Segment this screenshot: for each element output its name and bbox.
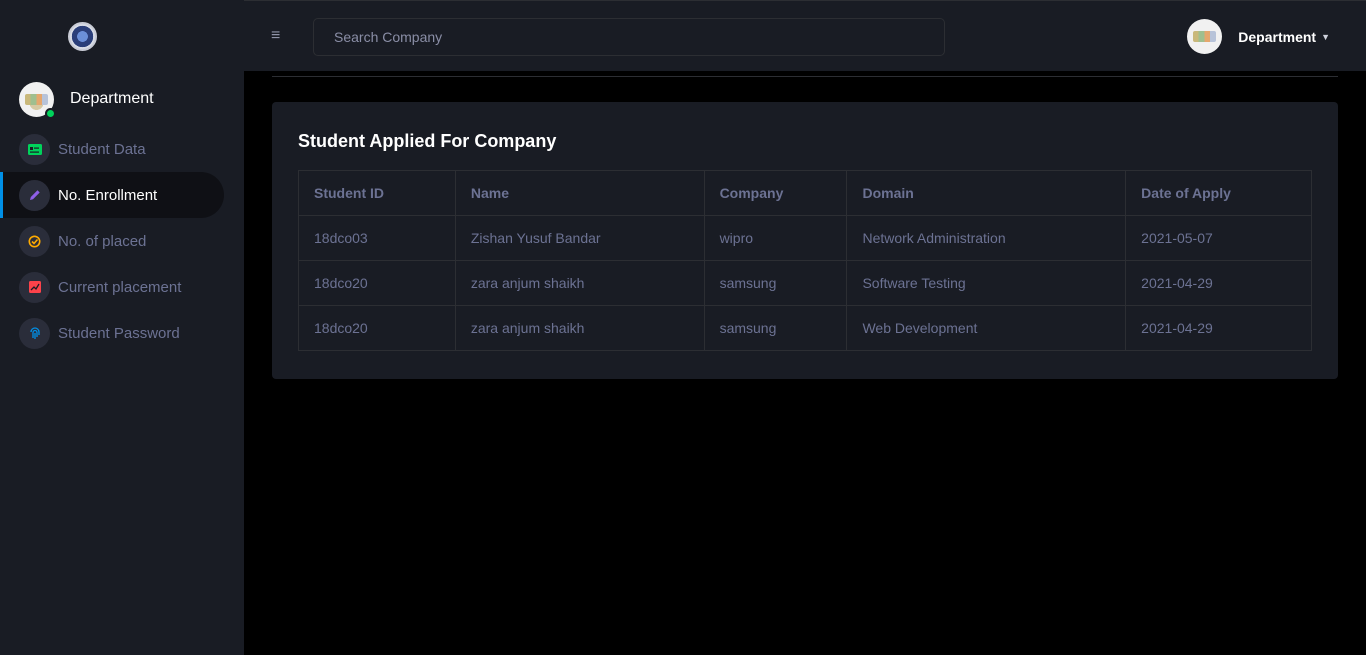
- cell-name: zara anjum shaikh: [454, 305, 705, 351]
- cell-student-id: 18dco20: [298, 260, 456, 306]
- college-logo-icon: [68, 21, 97, 51]
- avatar: [1187, 19, 1223, 54]
- check-circle-icon: [19, 225, 50, 257]
- avatar-image: [1193, 31, 1217, 42]
- profile-name: Department: [70, 90, 154, 107]
- sidebar-item-label: Student Password: [58, 324, 180, 342]
- column-header-company: Company: [703, 170, 848, 216]
- cell-company: samsung: [703, 305, 848, 351]
- card-title: Student Applied For Company: [298, 131, 557, 151]
- column-header-student-id: Student ID: [298, 170, 456, 216]
- table-row: 18dco03 Zishan Yusuf Bandar wipro Networ…: [298, 215, 1312, 261]
- applications-card: Student Applied For Company Student ID N…: [272, 102, 1338, 379]
- cell-student-id: 18dco20: [298, 305, 456, 351]
- main-content: Student Applied For Company Student ID N…: [244, 71, 1366, 655]
- cell-company: samsung: [703, 260, 848, 306]
- cell-date-of-apply: 2021-05-07: [1125, 215, 1312, 261]
- sidebar-item-no-enrollment[interactable]: No. Enrollment: [0, 172, 224, 218]
- user-menu-dropdown[interactable]: Department ▼: [1187, 19, 1330, 54]
- cell-date-of-apply: 2021-04-29: [1125, 305, 1312, 351]
- sidebar-item-no-of-placed[interactable]: No. of placed: [0, 218, 224, 264]
- pencil-icon: [19, 179, 50, 211]
- cell-domain: Network Administration: [846, 215, 1127, 261]
- sidebar-profile[interactable]: Department: [0, 72, 244, 126]
- id-card-icon: [19, 133, 50, 165]
- chart-icon: [19, 271, 50, 303]
- cell-date-of-apply: 2021-04-29: [1125, 260, 1312, 306]
- sidebar: Department Student Data No. Enrollment N…: [0, 0, 244, 655]
- divider: [272, 76, 1338, 77]
- avatar-image: [25, 93, 48, 105]
- table-header-row: Student ID Name Company Domain Date of A…: [298, 170, 1312, 216]
- topbar: ≡ Department ▼: [244, 0, 1366, 71]
- cell-name: zara anjum shaikh: [454, 260, 705, 306]
- table-row: 18dco20 zara anjum shaikh samsung Web De…: [298, 305, 1312, 351]
- caret-down-icon: ▼: [1321, 31, 1330, 42]
- sidebar-item-student-password[interactable]: Student Password: [0, 310, 224, 356]
- sidebar-brand[interactable]: [0, 0, 244, 72]
- cell-name: Zishan Yusuf Bandar: [454, 215, 705, 261]
- column-header-name: Name: [454, 170, 705, 216]
- sidebar-item-current-placement[interactable]: Current placement: [0, 264, 224, 310]
- sidebar-item-label: Current placement: [58, 278, 182, 296]
- cell-student-id: 18dco03: [298, 215, 456, 261]
- applications-table: Student ID Name Company Domain Date of A…: [298, 170, 1312, 351]
- search-input[interactable]: [313, 18, 945, 56]
- sidebar-item-label: Student Data: [58, 140, 146, 158]
- sidebar-item-student-data[interactable]: Student Data: [0, 126, 224, 172]
- sidebar-item-label: No. Enrollment: [58, 186, 158, 204]
- online-status-icon: [45, 107, 56, 119]
- column-header-domain: Domain: [846, 170, 1127, 216]
- cell-company: wipro: [703, 215, 848, 261]
- cell-domain: Software Testing: [846, 260, 1127, 306]
- user-name: Department: [1238, 28, 1317, 45]
- app-root: Department Student Data No. Enrollment N…: [0, 0, 1366, 655]
- hamburger-menu-icon[interactable]: ≡: [271, 28, 280, 44]
- sidebar-nav: Student Data No. Enrollment No. of place…: [0, 126, 244, 356]
- fingerprint-icon: [19, 317, 50, 349]
- table-row: 18dco20 zara anjum shaikh samsung Softwa…: [298, 260, 1312, 306]
- cell-domain: Web Development: [846, 305, 1127, 351]
- column-header-date-of-apply: Date of Apply: [1125, 170, 1312, 216]
- avatar: [19, 81, 56, 119]
- sidebar-item-label: No. of placed: [58, 232, 147, 250]
